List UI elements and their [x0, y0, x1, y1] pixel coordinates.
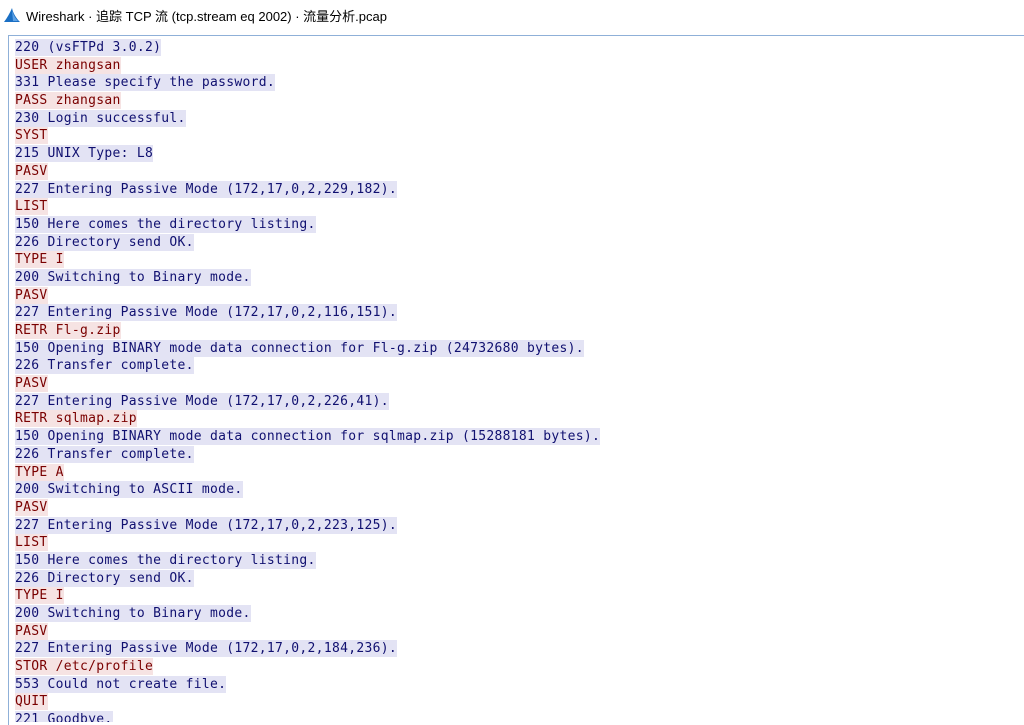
client-text: TYPE I [15, 251, 64, 269]
stream-line-server: 331 Please specify the password. [15, 73, 1015, 92]
server-text: 227 Entering Passive Mode (172,17,0,2,18… [15, 640, 397, 658]
stream-line-client: TYPE A [15, 463, 1015, 481]
stream-line-server: 226 Transfer complete. [15, 445, 1015, 463]
stream-line-client: STOR /etc/profile [15, 657, 1015, 676]
stream-line-client: SYST [15, 126, 1015, 145]
stream-line-server: 227 Entering Passive Mode (172,17,0,2,22… [15, 392, 1015, 410]
client-text: RETR sqlmap.zip [15, 410, 137, 428]
stream-line-server: 230 Login successful. [15, 109, 1015, 127]
stream-line-client: PASV [15, 162, 1015, 180]
window-titlebar: Wireshark · 追踪 TCP 流 (tcp.stream eq 2002… [0, 0, 1024, 30]
client-text: PASS zhangsan [15, 92, 121, 110]
stream-line-server: 150 Here comes the directory listing. [15, 215, 1015, 233]
stream-line-client: QUIT [15, 692, 1015, 711]
server-text: 230 Login successful. [15, 109, 186, 127]
stream-line-server: 150 Opening BINARY mode data connection … [15, 339, 1015, 357]
stream-line-client: LIST [15, 197, 1015, 216]
server-text: 331 Please specify the password. [15, 74, 276, 92]
stream-line-client: LIST [15, 533, 1015, 552]
stream-line-server: 221 Goodbye. [15, 710, 1015, 722]
server-text: 553 Could not create file. [15, 675, 227, 693]
server-text: 226 Directory send OK. [15, 233, 194, 251]
stream-text-area[interactable]: 220 (vsFTPd 3.0.2) USER zhangsan 331 Pleas… [15, 38, 1015, 722]
stream-line-client: PASV [15, 286, 1015, 304]
server-text: 221 Goodbye. [15, 711, 113, 722]
stream-line-client: PASS zhangsan [15, 91, 1015, 110]
server-text: 227 Entering Passive Mode (172,17,0,2,22… [15, 180, 397, 198]
client-text: LIST [15, 198, 48, 216]
stream-line-client: USER zhangsan [15, 56, 1015, 74]
stream-line-server: 226 Directory send OK. [15, 233, 1015, 251]
server-text: 200 Switching to Binary mode. [15, 605, 251, 622]
stream-line-server: 200 Switching to Binary mode. [15, 268, 1015, 286]
client-text: QUIT [15, 693, 48, 711]
wireshark-fin-icon [3, 7, 21, 23]
stream-line-client: TYPE I [15, 250, 1015, 269]
stream-line-server: 150 Opening BINARY mode data connection … [15, 427, 1015, 446]
stream-line-client: RETR Fl-g.zip [15, 321, 1015, 339]
stream-line-server: 150 Here comes the directory listing. [15, 551, 1015, 569]
stream-line-server: 226 Directory send OK. [15, 569, 1015, 587]
stream-line-server: 200 Switching to Binary mode. [15, 604, 1015, 622]
server-text: 220 (vsFTPd 3.0.2) [15, 39, 162, 56]
tcp-stream-view[interactable]: 220 (vsFTPd 3.0.2) USER zhangsan 331 Pleas… [8, 35, 1024, 725]
client-text: TYPE I [15, 587, 64, 605]
client-text: LIST [15, 534, 48, 552]
server-text: 150 Here comes the directory listing. [15, 551, 316, 569]
client-text: PASV [15, 375, 48, 393]
server-text: 200 Switching to ASCII mode. [15, 481, 243, 499]
stream-line-server: 226 Transfer complete. [15, 356, 1015, 375]
server-text: 150 Opening BINARY mode data connection … [15, 428, 601, 446]
stream-line-client: RETR sqlmap.zip [15, 409, 1015, 428]
server-text: 150 Opening BINARY mode data connection … [15, 339, 584, 357]
stream-line-client: TYPE I [15, 586, 1015, 605]
client-text: PASV [15, 162, 48, 180]
client-text: RETR Fl-g.zip [15, 322, 121, 339]
stream-line-server: 215 UNIX Type: L8 [15, 144, 1015, 163]
stream-line-server: 227 Entering Passive Mode (172,17,0,2,11… [15, 303, 1015, 322]
stream-line-server: 227 Entering Passive Mode (172,17,0,2,22… [15, 180, 1015, 198]
server-text: 227 Entering Passive Mode (172,17,0,2,11… [15, 304, 397, 322]
fin-shape [4, 8, 20, 22]
client-text: TYPE A [15, 463, 64, 481]
window-title: Wireshark · 追踪 TCP 流 (tcp.stream eq 2002… [26, 8, 387, 24]
server-text: 200 Switching to Binary mode. [15, 268, 251, 286]
client-text: USER zhangsan [15, 56, 121, 74]
client-text: PASV [15, 622, 48, 640]
client-text: PASV [15, 286, 48, 304]
stream-line-server: 227 Entering Passive Mode (172,17,0,2,18… [15, 639, 1015, 658]
server-text: 150 Here comes the directory listing. [15, 215, 316, 233]
client-text: SYST [15, 127, 48, 145]
server-text: 227 Entering Passive Mode (172,17,0,2,22… [15, 516, 397, 534]
server-text: 226 Directory send OK. [15, 569, 194, 587]
stream-line-client: PASV [15, 374, 1015, 393]
stream-line-server: 200 Switching to ASCII mode. [15, 480, 1015, 499]
stream-line-server: 227 Entering Passive Mode (172,17,0,2,22… [15, 516, 1015, 534]
stream-line-client: PASV [15, 498, 1015, 516]
stream-line-client: PASV [15, 622, 1015, 640]
server-text: 215 UNIX Type: L8 [15, 145, 154, 163]
server-text: 226 Transfer complete. [15, 445, 194, 463]
stream-line-server: 553 Could not create file. [15, 675, 1015, 693]
client-text: STOR /etc/profile [15, 658, 154, 676]
server-text: 226 Transfer complete. [15, 357, 194, 375]
server-text: 227 Entering Passive Mode (172,17,0,2,22… [15, 392, 389, 410]
client-text: PASV [15, 498, 48, 516]
stream-line-server: 220 (vsFTPd 3.0.2) [15, 38, 1015, 56]
